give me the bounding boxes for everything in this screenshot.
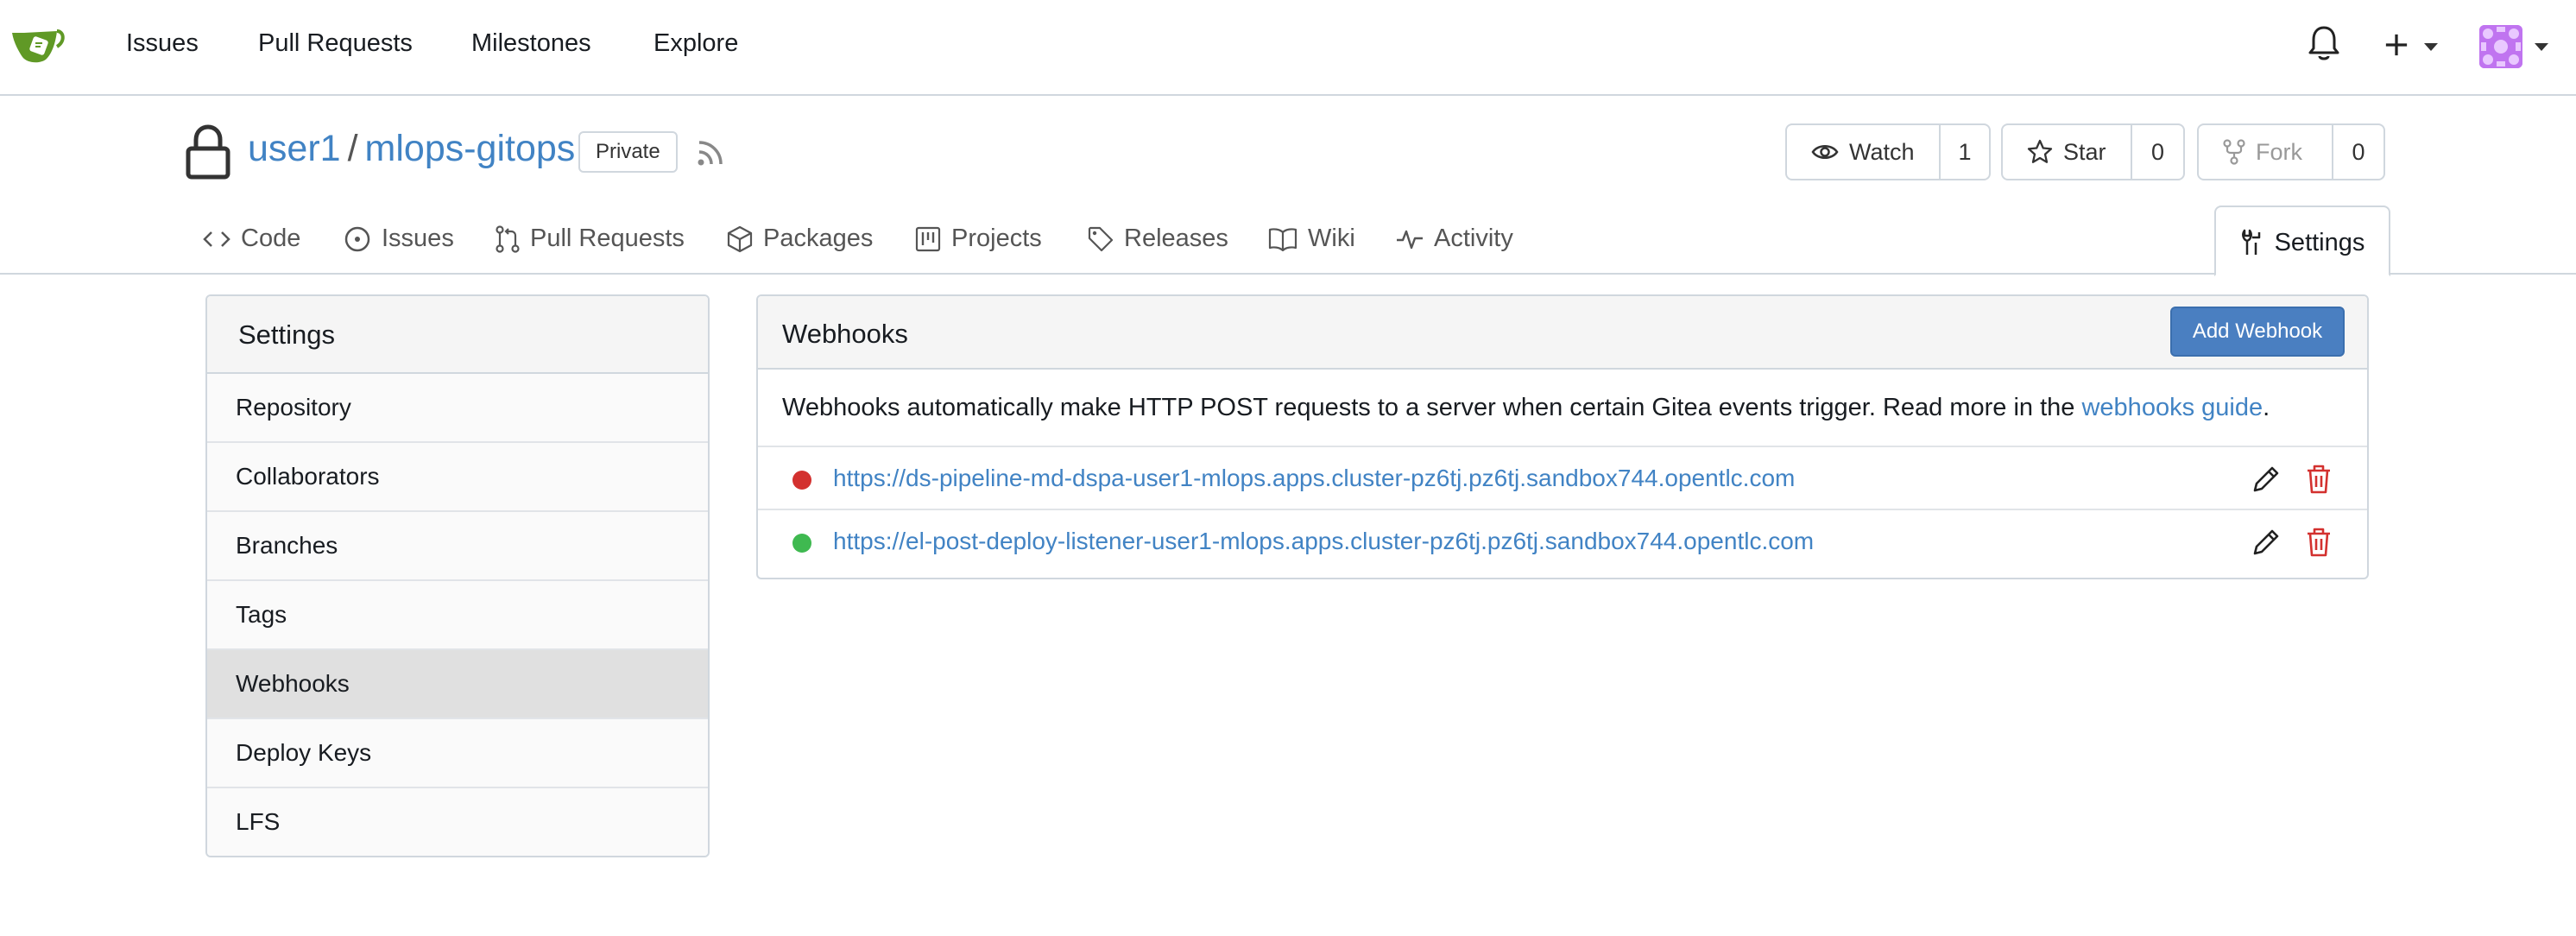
webhooks-description: Webhooks automatically make HTTP POST re… — [758, 370, 2367, 447]
lock-icon — [186, 124, 230, 180]
sidebar-item-collaborators[interactable]: Collaborators — [207, 443, 708, 512]
tab-code[interactable]: Code — [203, 225, 300, 253]
pulse-icon — [1397, 230, 1423, 249]
gitea-logo-icon[interactable] — [10, 24, 66, 66]
tab-pull-requests-label: Pull Requests — [530, 225, 685, 252]
trash-icon[interactable] — [2305, 527, 2333, 558]
user-menu[interactable] — [2479, 25, 2548, 70]
avatar — [2479, 25, 2522, 68]
webhooks-title: Webhooks — [782, 319, 908, 349]
package-icon — [727, 225, 753, 252]
trash-icon[interactable] — [2305, 464, 2333, 495]
nav-issues-link[interactable]: Issues — [126, 29, 199, 58]
webhook-url-link[interactable]: https://el-post-deploy-listener-user1-ml… — [833, 528, 1814, 555]
star-icon — [2027, 139, 2053, 163]
sidebar-item-tags[interactable]: Tags — [207, 581, 708, 650]
project-icon — [915, 226, 941, 251]
tab-projects[interactable]: Projects — [915, 225, 1042, 253]
sidebar-item-webhooks[interactable]: Webhooks — [207, 650, 708, 719]
sidebar-item-deploy-keys[interactable]: Deploy Keys — [207, 719, 708, 788]
pencil-icon[interactable] — [2251, 465, 2281, 494]
webhook-url-link[interactable]: https://ds-pipeline-md-dspa-user1-mlops.… — [833, 465, 1795, 492]
status-failed-icon — [792, 471, 811, 490]
fork-icon — [2223, 139, 2245, 165]
tab-activity[interactable]: Activity — [1396, 225, 1513, 253]
tag-icon — [1088, 226, 1114, 251]
eye-icon — [1811, 145, 1839, 159]
rss-icon[interactable] — [696, 138, 725, 168]
tab-issues-label: Issues — [382, 225, 454, 252]
issue-icon — [344, 226, 370, 251]
plus-icon — [2385, 34, 2408, 56]
star-count[interactable]: 0 — [2132, 125, 2183, 179]
chevron-down-icon — [2535, 43, 2548, 51]
sidebar-title: Settings — [207, 296, 708, 374]
sidebar-item-lfs[interactable]: LFS — [207, 788, 708, 856]
code-icon — [203, 231, 230, 247]
star-button[interactable]: Star — [2003, 125, 2132, 179]
sidebar-item-repository[interactable]: Repository — [207, 374, 708, 443]
watch-button-group: Watch 1 — [1785, 123, 1991, 180]
tab-packages[interactable]: Packages — [727, 225, 873, 253]
webhook-row: https://ds-pipeline-md-dspa-user1-mlops.… — [758, 447, 2367, 510]
nav-explore-link[interactable]: Explore — [653, 29, 738, 58]
fork-button-group: Fork 0 — [2197, 123, 2385, 180]
tab-pull-requests[interactable]: Pull Requests — [496, 225, 685, 253]
top-navbar: Issues Pull Requests Milestones Explore — [0, 0, 2576, 96]
nav-milestones-link[interactable]: Milestones — [471, 29, 591, 58]
description-suffix: . — [2263, 394, 2270, 421]
bell-icon[interactable] — [2307, 24, 2341, 62]
description-text: Webhooks automatically make HTTP POST re… — [782, 394, 2082, 421]
watch-label: Watch — [1849, 138, 1915, 165]
tab-settings-label: Settings — [2274, 228, 2365, 256]
tab-settings[interactable]: Settings — [2214, 206, 2390, 276]
watch-button[interactable]: Watch — [1787, 125, 1941, 179]
sidebar-item-branches[interactable]: Branches — [207, 512, 708, 581]
add-webhook-button[interactable]: Add Webhook — [2170, 307, 2345, 357]
tab-releases[interactable]: Releases — [1088, 225, 1228, 253]
star-button-group: Star 0 — [2001, 123, 2185, 180]
chevron-down-icon — [2424, 43, 2438, 51]
visibility-badge: Private — [578, 131, 678, 173]
tab-issues[interactable]: Issues — [344, 225, 454, 253]
repo-owner-link[interactable]: user1 — [248, 128, 341, 169]
watch-count[interactable]: 1 — [1941, 125, 1989, 179]
nav-pull-requests-link[interactable]: Pull Requests — [258, 29, 413, 58]
tools-icon — [2241, 229, 2260, 255]
create-menu[interactable] — [2379, 26, 2438, 69]
repo-tabs: Code Issues Pull Requests Packages Proje… — [0, 206, 2576, 276]
fork-count[interactable]: 0 — [2333, 125, 2383, 179]
repo-separator: / — [347, 128, 358, 169]
book-icon — [1268, 227, 1297, 251]
webhook-row: https://el-post-deploy-listener-user1-ml… — [758, 510, 2367, 573]
tab-activity-label: Activity — [1434, 225, 1513, 252]
repo-title: user1/mlops-gitops — [248, 128, 575, 170]
tab-code-label: Code — [241, 225, 301, 252]
repo-name-link[interactable]: mlops-gitops — [365, 128, 576, 169]
tab-packages-label: Packages — [763, 225, 874, 252]
status-success-icon — [792, 534, 811, 553]
settings-sidebar: Settings Repository Collaborators Branch… — [205, 294, 710, 857]
fork-button[interactable]: Fork — [2199, 125, 2333, 179]
pull-request-icon — [496, 225, 520, 253]
tab-releases-label: Releases — [1124, 225, 1228, 252]
tab-wiki[interactable]: Wiki — [1268, 225, 1355, 253]
tab-projects-label: Projects — [951, 225, 1042, 252]
fork-label: Fork — [2256, 138, 2302, 165]
webhooks-guide-link[interactable]: webhooks guide — [2081, 394, 2263, 421]
star-label: Star — [2063, 138, 2106, 165]
tab-wiki-label: Wiki — [1308, 225, 1355, 252]
webhooks-header: Webhooks Add Webhook — [758, 296, 2367, 370]
pencil-icon[interactable] — [2251, 528, 2281, 557]
webhooks-panel: Webhooks Add Webhook Webhooks automatica… — [756, 294, 2369, 579]
